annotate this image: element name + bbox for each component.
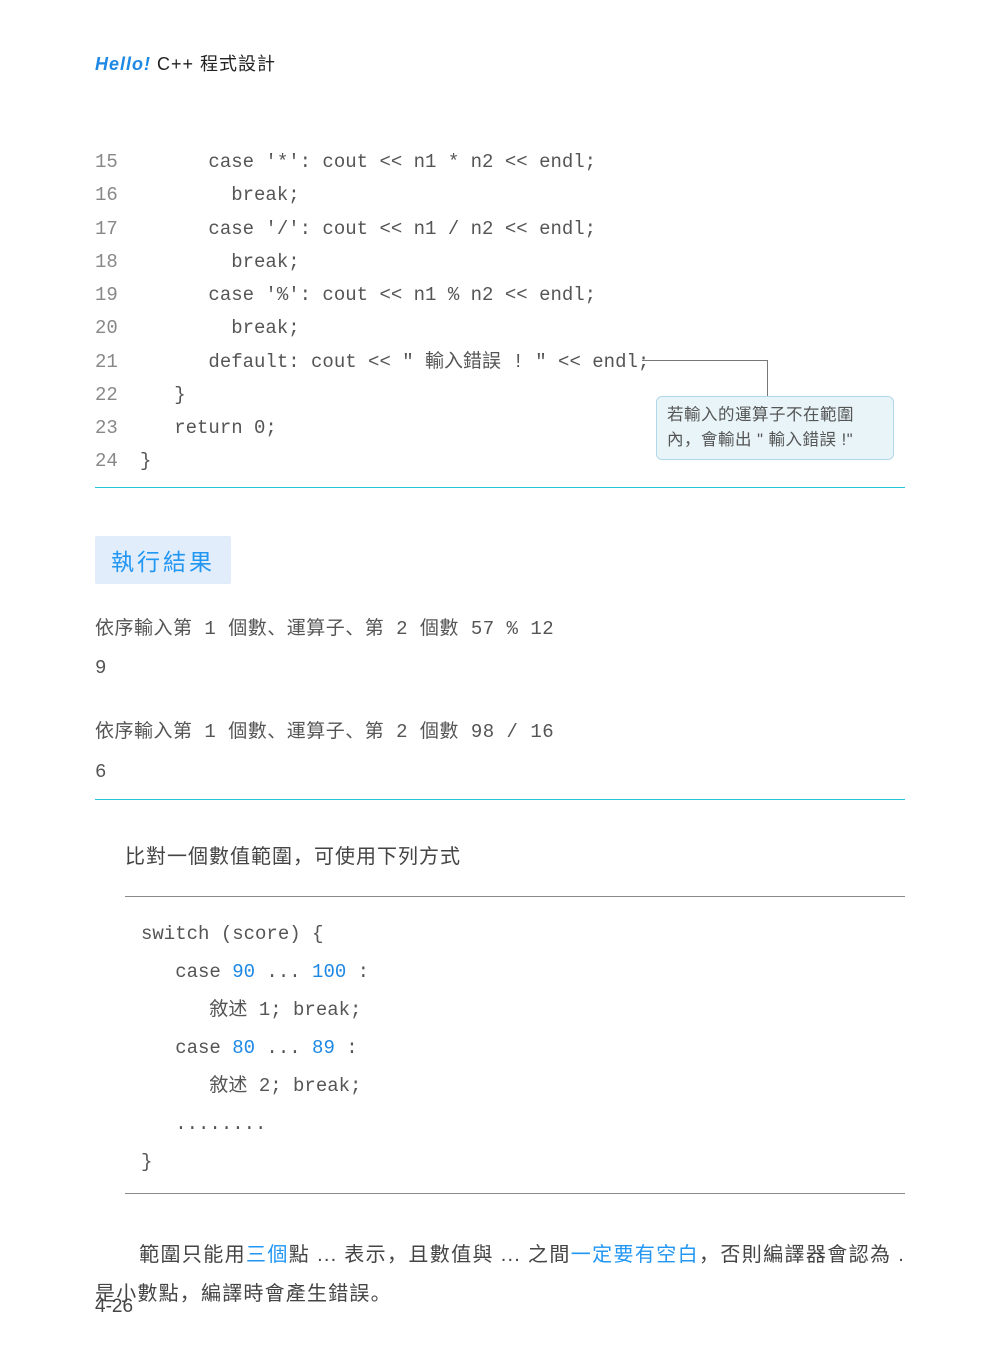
line-number: 16 — [95, 179, 140, 212]
example-line: case 90 ... 100 : — [141, 953, 895, 991]
code-text: break; — [140, 312, 300, 345]
code-text: break; — [140, 179, 300, 212]
section-title-text: 執行結果 — [111, 549, 215, 575]
code-text: break; — [140, 246, 300, 279]
run-spacer — [95, 689, 905, 713]
para-highlight: 一定要有空白 — [571, 1244, 699, 1266]
line-number: 23 — [95, 412, 140, 445]
run-line: 9 — [95, 649, 905, 689]
line-number: 22 — [95, 379, 140, 412]
body-sentence: 比對一個數值範圍，可使用下列方式 — [125, 838, 905, 876]
para-text: 範圍只能用 — [139, 1244, 246, 1266]
section-title-run-result: 執行結果 — [95, 536, 231, 584]
code-row: 21 default: cout << " 輸入錯誤 ! " << endl; — [95, 346, 905, 379]
code-text: } — [140, 379, 186, 412]
annotation-callout: 若輸入的運算子不在範圍內，會輸出 " 輸入錯誤 !" — [656, 396, 894, 460]
line-number: 18 — [95, 246, 140, 279]
line-number: 15 — [95, 146, 140, 179]
code-text: return 0; — [140, 412, 277, 445]
para-text: 點 ... 表示，且數值與 ... 之間 — [289, 1244, 571, 1266]
header-hello: Hello! — [95, 54, 151, 74]
code-text: default: cout << " 輸入錯誤 ! " << endl; — [140, 346, 649, 379]
example-line: } — [141, 1143, 895, 1181]
code-row: 16 break; — [95, 179, 905, 212]
page-number: 4-26 — [95, 1296, 133, 1318]
line-number: 24 — [95, 445, 140, 478]
code-text: case '/': cout << n1 / n2 << endl; — [140, 213, 596, 246]
run-line: 依序輸入第 1 個數、運算子、第 2 個數 98 / 16 — [95, 713, 905, 753]
run-output-block: 依序輸入第 1 個數、運算子、第 2 個數 57 % 12 9 依序輸入第 1 … — [95, 610, 905, 801]
example-code-block: switch (score) { case 90 ... 100 : 敘述 1;… — [125, 896, 905, 1194]
annotation-line-horizontal — [642, 360, 767, 361]
code-row: 15 case '*': cout << n1 * n2 << endl; — [95, 146, 905, 179]
line-number: 19 — [95, 279, 140, 312]
code-text: case '%': cout << n1 % n2 << endl; — [140, 279, 596, 312]
example-line: switch (score) { — [141, 915, 895, 953]
run-line: 6 — [95, 753, 905, 793]
code-text: case '*': cout << n1 * n2 << endl; — [140, 146, 596, 179]
code-row: 17 case '/': cout << n1 / n2 << endl; — [95, 213, 905, 246]
example-line: 敘述 1; break; — [141, 991, 895, 1029]
para-highlight: 三個 — [246, 1244, 289, 1266]
line-number: 17 — [95, 213, 140, 246]
code-listing: 15 case '*': cout << n1 * n2 << endl; 16… — [95, 146, 905, 488]
example-line: ........ — [141, 1105, 895, 1143]
page-header: Hello! C++ 程式設計 — [95, 50, 905, 76]
code-row: 19 case '%': cout << n1 % n2 << endl; — [95, 279, 905, 312]
run-line: 依序輸入第 1 個數、運算子、第 2 個數 57 % 12 — [95, 610, 905, 650]
line-number: 20 — [95, 312, 140, 345]
explanation-paragraph: 範圍只能用三個點 ... 表示，且數值與 ... 之間一定要有空白，否則編譯器會… — [95, 1236, 905, 1314]
line-number: 21 — [95, 346, 140, 379]
header-title: C++ 程式設計 — [151, 54, 276, 74]
code-row: 20 break; — [95, 312, 905, 345]
code-text: } — [140, 445, 151, 478]
example-line: case 80 ... 89 : — [141, 1029, 895, 1067]
example-line: 敘述 2; break; — [141, 1067, 895, 1105]
code-row: 18 break; — [95, 246, 905, 279]
